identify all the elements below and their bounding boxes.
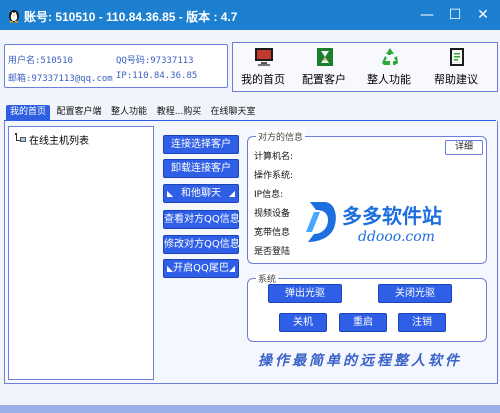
online-host-list[interactable]: 在线主机列表 bbox=[8, 126, 154, 380]
tab-home[interactable]: 我的首页 bbox=[6, 105, 50, 120]
bottom-border bbox=[0, 405, 500, 413]
peer-field-broadband: 宽带信息 bbox=[254, 228, 291, 238]
notebook-icon bbox=[450, 48, 464, 66]
site-watermark: 多多软件站 ddooo.com bbox=[300, 196, 500, 256]
penguin-icon bbox=[9, 10, 19, 23]
qq-label: QQ号码:97337113 bbox=[116, 56, 194, 66]
watermark-url: ddooo.com bbox=[358, 229, 435, 245]
minimize-button[interactable]: — bbox=[418, 6, 436, 24]
peer-info-title: 对方的信息 bbox=[256, 130, 306, 143]
view-qq-info-button[interactable]: 查看对方QQ信息 bbox=[163, 210, 240, 229]
close-button[interactable]: ✕ bbox=[474, 6, 492, 24]
computer-tree-icon bbox=[15, 133, 26, 142]
ip-label: IP:110.84.36.85 bbox=[116, 71, 198, 81]
chat-button[interactable]: 和他聊天 bbox=[163, 184, 239, 203]
toolbar-config-button[interactable]: 配置客户 bbox=[296, 43, 352, 89]
peer-field-ip: IP信息: bbox=[254, 190, 284, 200]
main-tabs: 我的首页 配置客户端 整人功能 教程...购买 在线聊天室 bbox=[4, 104, 496, 122]
disconnect-client-button[interactable]: 卸载连接客户 bbox=[163, 159, 239, 178]
recycle-icon bbox=[382, 48, 398, 65]
toolbar-prank-button[interactable]: 整人功能 bbox=[361, 43, 417, 89]
toolbar-home-label: 我的首页 bbox=[241, 73, 285, 86]
tab-prank[interactable]: 整人功能 bbox=[108, 105, 150, 120]
peer-field-computer-name: 计算机名: bbox=[254, 152, 294, 162]
toolbar-help-label: 帮助建议 bbox=[434, 73, 478, 86]
monitor-icon bbox=[255, 48, 273, 66]
account-info-panel: 用户名:510510 QQ号码:97337113 邮箱:97337113@qq.… bbox=[4, 44, 228, 88]
shutdown-button[interactable]: 关机 bbox=[279, 313, 327, 332]
close-cd-button[interactable]: 关闭光驱 bbox=[378, 284, 452, 303]
email-label: 邮箱:97337113@qq.com bbox=[8, 74, 113, 84]
slogan-text: 操作最简单的远程整人软件 bbox=[258, 353, 462, 369]
restart-button[interactable]: 重启 bbox=[339, 313, 387, 332]
window-titlebar[interactable]: 账号: 510510 - 110.84.36.85 - 版本 : 4.7 — ☐… bbox=[0, 0, 500, 30]
toolbar-prank-label: 整人功能 bbox=[367, 73, 411, 86]
host-list-root[interactable]: 在线主机列表 bbox=[29, 132, 89, 147]
watermark-logo-icon bbox=[306, 202, 336, 242]
maximize-button[interactable]: ☐ bbox=[446, 6, 464, 24]
toolbar-help-button[interactable]: 帮助建议 bbox=[428, 43, 484, 89]
detail-button[interactable]: 详细 bbox=[445, 140, 483, 155]
tab-config-client[interactable]: 配置客户端 bbox=[54, 105, 104, 120]
modify-qq-info-button[interactable]: 修改对方QQ信息 bbox=[163, 235, 240, 254]
hourglass-icon bbox=[317, 48, 333, 66]
system-group: 系统 弹出光驱 关闭光驱 关机 重启 注销 bbox=[247, 272, 487, 342]
qq-tail-button[interactable]: 开启QQ尾巴 bbox=[163, 259, 239, 278]
username-label: 用户名:510510 bbox=[8, 56, 73, 66]
toolbar-config-label: 配置客户 bbox=[302, 73, 346, 86]
toolbar-home-button[interactable]: 我的首页 bbox=[235, 43, 291, 89]
peer-field-logged-in: 是否登陆 bbox=[254, 247, 291, 257]
eject-cd-button[interactable]: 弹出光驱 bbox=[268, 284, 342, 303]
peer-field-video: 视频设备 bbox=[254, 209, 291, 219]
tab-tutorial-buy[interactable]: 教程...购买 bbox=[154, 105, 204, 120]
tab-chat-room[interactable]: 在线聊天室 bbox=[208, 105, 258, 120]
peer-field-os: 操作系统: bbox=[254, 171, 294, 181]
window-title: 账号: 510510 - 110.84.36.85 - 版本 : 4.7 bbox=[24, 10, 238, 24]
watermark-text: 多多软件站 bbox=[342, 204, 442, 228]
logoff-button[interactable]: 注销 bbox=[398, 313, 446, 332]
connect-client-button[interactable]: 连接选择客户 bbox=[163, 135, 239, 154]
main-toolbar: 我的首页 配置客户 整人功能 帮助建议 bbox=[232, 42, 498, 92]
